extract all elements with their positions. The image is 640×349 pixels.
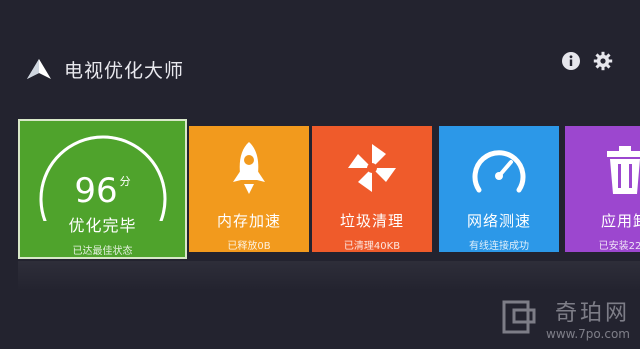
network-speed-status: 有线连接成功 [469,241,529,252]
cards-reflection [18,261,640,291]
junk-clean-status: 已清理40KB [343,241,401,252]
memory-boost-status: 已释放0B [227,241,271,252]
memory-boost-card[interactable]: 内存加速 已释放0B [189,126,309,252]
score-gauge: 96 分 [28,129,178,221]
network-speed-card[interactable]: 网络测速 有线连接成功 [439,126,559,252]
watermark-logo-icon [502,300,536,334]
app-uninstall-label: 应用卸 [600,212,640,230]
app-header: 电视优化大师 [26,54,184,84]
rocket-icon [227,126,271,196]
memory-boost-label: 内存加速 [216,212,281,230]
pinwheel-icon [344,126,400,196]
optimize-card[interactable]: 96 分 优化完毕 已达最佳状态 [18,119,187,259]
optimize-status: 已达最佳状态 [72,246,133,257]
app-uninstall-card[interactable]: 应用卸 已安装22款 [565,126,640,252]
info-icon[interactable] [560,50,582,72]
junk-clean-card[interactable]: 垃圾清理 已清理40KB [312,126,432,252]
speedometer-icon [471,126,527,196]
gear-icon[interactable] [592,50,614,72]
site-watermark: 奇珀网 www.7po.com [500,295,630,341]
feature-cards: 96 分 优化完毕 已达最佳状态 内存加速 已释放0B 垃圾清理 已清理40KB… [18,119,640,259]
watermark-brand: 奇珀网 [554,301,630,326]
app-logo-icon [27,59,51,79]
watermark-url: www.7po.com [546,327,630,341]
score-value: 96 分 [74,171,131,211]
trash-icon [603,126,640,196]
network-speed-label: 网络测速 [466,212,531,230]
app-title: 电视优化大师 [64,59,185,82]
junk-clean-label: 垃圾清理 [339,212,404,230]
app-uninstall-status: 已安装22款 [598,241,640,252]
